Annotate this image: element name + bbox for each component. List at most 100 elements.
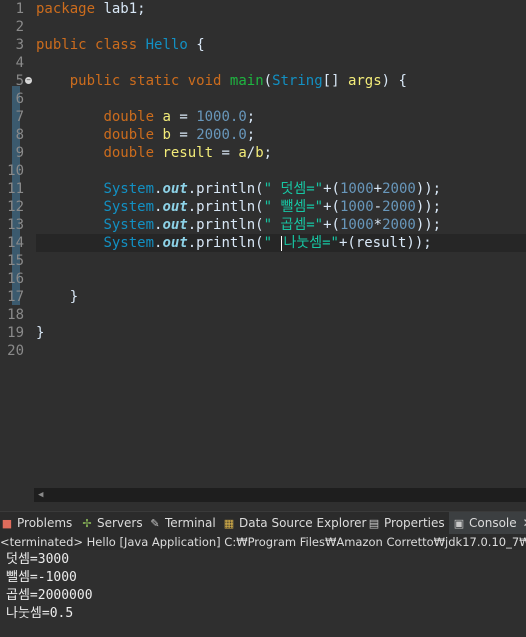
number-literal: 1000 <box>339 217 374 233</box>
class-name: System <box>103 217 155 233</box>
console-output[interactable]: 덧셈=3000 뺄셈=-1000 곱셈=2000000 나눗셈=0.5 <box>0 551 526 637</box>
method-call: .println( <box>187 199 264 215</box>
code-line-declare-result[interactable]: double result = a/b; <box>36 144 272 162</box>
line-number: 8 <box>15 127 24 143</box>
code-editor[interactable]: 1 2 3 4 5 − 6 7 8 9 10 11 12 13 14 15 16… <box>0 0 526 486</box>
tab-label: Problems <box>17 516 73 530</box>
line-number: 16 <box>7 271 24 287</box>
properties-icon: ▤ <box>368 517 380 530</box>
line-number: 11 <box>7 181 24 197</box>
method-call: .println( <box>187 217 264 233</box>
punctuation: )); <box>415 181 442 197</box>
class-name: Hello <box>145 37 188 53</box>
keyword: double <box>103 127 155 143</box>
line-number: 6 <box>15 91 24 107</box>
string-literal: " 뺄셈=" <box>263 199 324 215</box>
operator: = <box>170 109 197 125</box>
scroll-left-icon[interactable]: ◀ <box>38 490 43 500</box>
brace: } <box>69 289 79 305</box>
class-name: System <box>103 235 155 251</box>
parameter-name: args <box>347 73 382 89</box>
brace: { <box>187 37 205 53</box>
horizontal-scrollbar[interactable]: ◀ <box>34 488 526 502</box>
class-name: System <box>103 199 155 215</box>
line-number: 18 <box>7 307 24 323</box>
string-literal: 나눗셈=" <box>283 235 339 251</box>
line-number: 12 <box>7 199 24 215</box>
code-line-print-product[interactable]: System.out.println(" 곱셈="+(1000*2000)); <box>36 216 441 234</box>
keyword: double <box>103 145 155 161</box>
code-line-main-method[interactable]: public static void main(String[] args) { <box>36 72 407 90</box>
operator: = <box>213 145 239 161</box>
keyword: void <box>187 73 222 89</box>
number-literal: 2000 <box>382 181 416 197</box>
operator: - <box>373 199 383 215</box>
keyword: public <box>69 73 121 89</box>
code-line-close-method[interactable]: } <box>36 288 78 306</box>
code-line-print-difference[interactable]: System.out.println(" 뺄셈="+(1000-2000)); <box>36 198 441 216</box>
line-number: 15 <box>7 253 24 269</box>
keyword: double <box>103 109 155 125</box>
keyword: public <box>36 37 87 53</box>
package-name: lab1; <box>95 1 146 17</box>
static-field: out <box>162 199 188 215</box>
line-number: 1 <box>15 1 24 17</box>
tab-label: Servers <box>97 516 143 530</box>
code-line-package[interactable]: package lab1; <box>36 0 146 18</box>
database-icon: ▦ <box>223 517 235 530</box>
console-output-line: 덧셈=3000 <box>6 552 70 567</box>
punctuation: )); <box>415 217 442 233</box>
tab-data-source-explorer[interactable]: ▦ Data Source Explorer <box>222 512 367 534</box>
variable-name: b <box>255 145 264 161</box>
operator: +( <box>323 181 340 197</box>
tab-label: Properties <box>384 516 445 530</box>
operator: +( <box>323 199 340 215</box>
tab-label: Console <box>469 516 517 530</box>
method-call: .println( <box>187 235 264 251</box>
punctuation: ; <box>246 127 256 143</box>
static-field: out <box>162 217 188 233</box>
console-icon: ▣ <box>453 517 465 530</box>
operator: +( <box>323 217 340 233</box>
number-literal: 2000 <box>382 217 416 233</box>
operator: + <box>373 181 383 197</box>
code-line-close-class[interactable]: } <box>36 324 44 342</box>
code-line-print-quotient[interactable]: System.out.println(" 나눗셈="+(result)); <box>36 234 526 252</box>
line-number-gutter: 1 2 3 4 5 − 6 7 8 9 10 11 12 13 14 15 16… <box>0 0 34 486</box>
tab-problems[interactable]: ■ Problems <box>0 512 73 534</box>
console-output-line: 뺄셈=-1000 <box>6 570 77 585</box>
operator: = <box>170 127 197 143</box>
tab-properties[interactable]: ▤ Properties <box>367 512 445 534</box>
static-field: out <box>162 235 188 251</box>
variable-name: a <box>162 109 171 125</box>
punctuation: ) { <box>381 73 407 89</box>
line-number: 4 <box>15 55 24 71</box>
console-status-line: <terminated> Hello [Java Application] C:… <box>0 534 526 550</box>
line-number: 10 <box>7 163 24 179</box>
code-line-declare-a[interactable]: double a = 1000.0; <box>36 108 255 126</box>
method-name: main <box>229 73 264 89</box>
string-literal: " 곱셈=" <box>263 217 324 233</box>
line-number: 5 <box>15 73 24 89</box>
operator: / <box>246 145 256 161</box>
variable-name: result <box>162 145 214 161</box>
class-name: System <box>103 181 155 197</box>
operator: * <box>373 217 383 233</box>
keyword: static <box>128 73 180 89</box>
close-icon[interactable]: ✕ <box>523 516 526 530</box>
line-number: 20 <box>7 343 24 359</box>
number-literal: 1000 <box>339 199 374 215</box>
tab-terminal[interactable]: ✎ Terminal <box>148 512 216 534</box>
code-line-declare-b[interactable]: double b = 2000.0; <box>36 126 255 144</box>
line-number: 2 <box>15 19 24 35</box>
tab-console[interactable]: ▣ Console ✕ <box>449 512 526 534</box>
code-line-print-sum[interactable]: System.out.println(" 덧셈="+(1000+2000)); <box>36 180 441 198</box>
tab-servers[interactable]: ✢ Servers <box>80 512 143 534</box>
line-number: 7 <box>15 109 24 125</box>
code-line-class-declaration[interactable]: public class Hello { <box>36 36 205 54</box>
brace: } <box>36 325 45 341</box>
console-output-line: 나눗셈=0.5 <box>6 606 74 621</box>
string-literal: " 덧셈=" <box>263 181 324 197</box>
fold-collapse-icon[interactable]: − <box>25 77 32 84</box>
tab-label: Terminal <box>165 516 216 530</box>
